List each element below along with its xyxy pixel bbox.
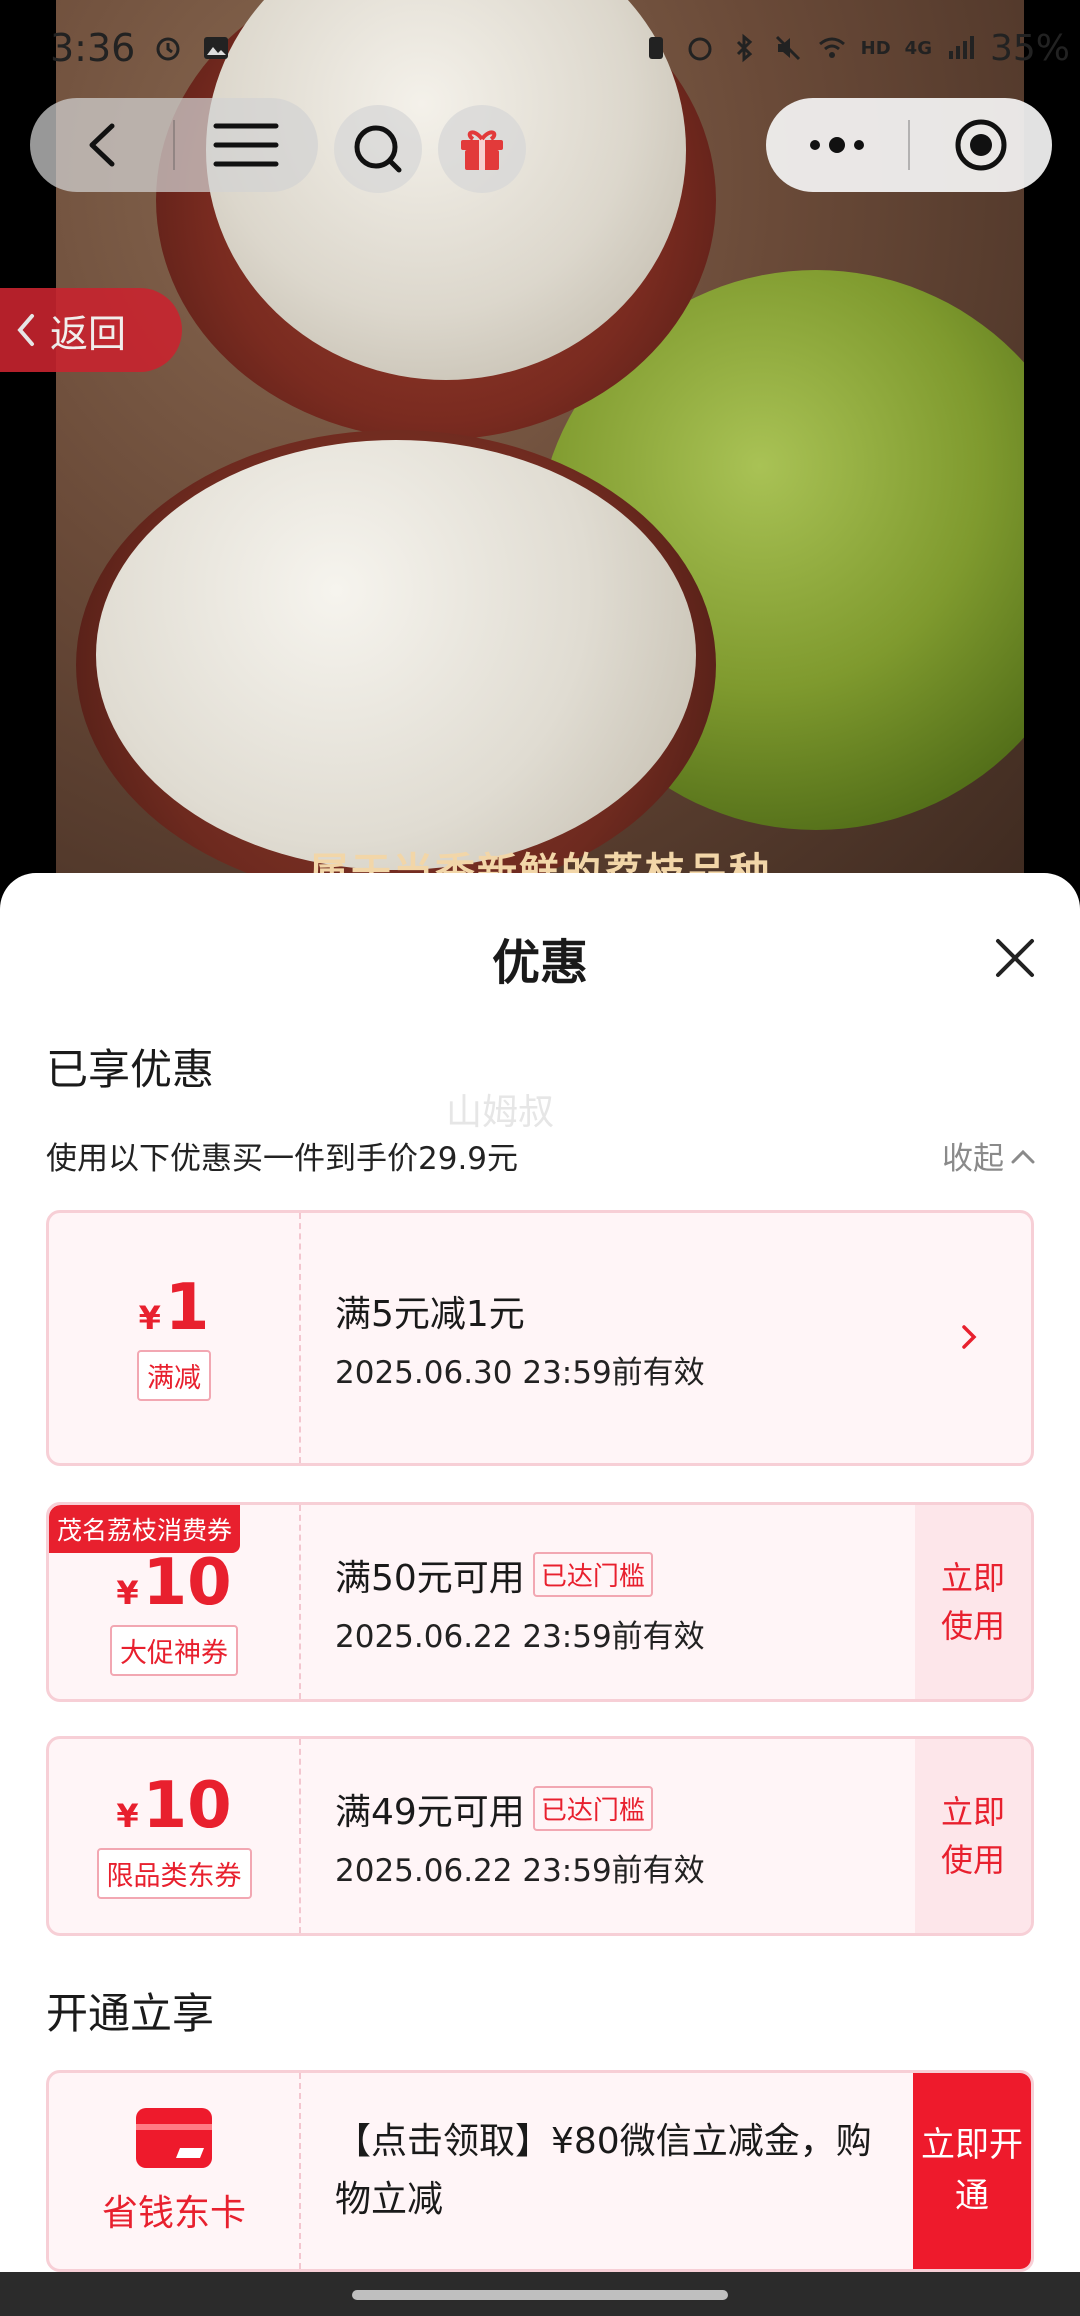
alarm-icon [156, 37, 180, 61]
currency-symbol: ¥ [138, 1298, 161, 1337]
more-button[interactable] [766, 98, 908, 192]
coupon-card[interactable]: ¥ 1 满减 满5元减1元 2025.06.30 23:59前有效 [46, 1210, 1034, 1466]
sheet-title: 优惠 [491, 935, 588, 991]
coupon-amount: 10 [142, 1545, 232, 1620]
target-icon [955, 119, 1007, 171]
hd-label: HD [860, 37, 891, 59]
use-button-line1: 立即 [940, 1793, 1005, 1831]
search-icon [354, 125, 402, 173]
gallery-icon [204, 37, 229, 59]
menu-button[interactable] [175, 98, 318, 192]
discount-sheet: 优惠 已享优惠 山姆叔 使用以下优惠买一件到手价29.9元 收起 ¥ 1 满减 … [0, 873, 1080, 2273]
coupon-condition: 满5元减1元 [335, 1293, 525, 1335]
home-indicator[interactable] [352, 2290, 728, 2300]
threshold-reached-badge: 已达门槛 [532, 1786, 653, 1831]
currency-symbol: ¥ [116, 1796, 139, 1835]
chevron-left-icon [89, 123, 114, 167]
gift-icon [461, 130, 503, 170]
membership-card: 省钱东卡 【点击领取】¥80微信立减金，购物立减 立即开 通 [46, 2070, 1034, 2272]
nav-capsule-left [30, 98, 318, 192]
nav-capsule-right [766, 98, 1052, 192]
coupon-type-tag: 满减 [137, 1349, 211, 1401]
use-now-button[interactable]: 立即 使用 [915, 1505, 1031, 1699]
card-description: 【点击领取】¥80微信立减金，购物立减 [335, 2121, 872, 2220]
coupon-amount-area: ¥ 1 满减 [49, 1213, 301, 1463]
currency-symbol: ¥ [116, 1573, 139, 1612]
use-button-line2: 使用 [940, 1841, 1005, 1879]
chevron-left-icon [17, 314, 34, 346]
close-icon[interactable] [990, 933, 1040, 983]
use-button-line1: 立即 [940, 1559, 1005, 1597]
chevron-right-icon[interactable] [957, 1319, 981, 1355]
use-now-button[interactable]: 立即 使用 [915, 1739, 1031, 1933]
enjoyed-section-title: 已享优惠 [46, 1045, 215, 1094]
status-time: 3:36 [50, 26, 136, 70]
return-tag-button[interactable]: 返回 [0, 288, 182, 372]
status-bar: 3:36 HD 4G 35% [0, 0, 1080, 96]
coupon-condition: 满49元可用 [335, 1791, 525, 1833]
gift-button[interactable] [438, 105, 526, 193]
battery-percent: 35% [989, 27, 1070, 69]
threshold-reached-badge: 已达门槛 [532, 1552, 653, 1597]
search-button[interactable] [334, 105, 422, 193]
return-tag-label: 返回 [50, 311, 127, 356]
coupon-amount: 10 [142, 1768, 232, 1843]
open-now-button[interactable]: 立即开 通 [913, 2073, 1031, 2269]
coupon-condition: 满50元可用 [335, 1557, 525, 1599]
more-dots-icon [810, 137, 864, 153]
open-section-title: 开通立享 [46, 1989, 215, 2038]
coupon-ribbon: 茂名荔枝消费券 [49, 1505, 241, 1553]
wifi-icon [818, 37, 845, 58]
close-miniprogram-button[interactable] [910, 98, 1052, 192]
network-4g-label: 4G [904, 37, 932, 59]
coupon-type-tag: 大促神券 [110, 1624, 238, 1676]
coupon-type-tag: 限品类东券 [96, 1847, 252, 1899]
open-button-line2: 通 [955, 2176, 989, 2216]
open-button-line1: 立即开 [921, 2125, 1023, 2165]
collapse-label: 收起 [942, 1141, 1004, 1177]
coupon-amount-area: ¥ 10 限品类东券 [49, 1739, 301, 1933]
coupon-card: ¥ 10 大促神券 茂名荔枝消费券 满50元可用 已达门槛 2025.06.22… [46, 1502, 1034, 1702]
coupon-amount: 1 [164, 1270, 210, 1345]
card-name: 省钱东卡 [101, 2193, 246, 2234]
menu-icon [213, 123, 279, 167]
signal-icon [948, 36, 974, 59]
collapse-button[interactable]: 收起 [942, 1133, 1036, 1178]
chevron-up-icon [1011, 1149, 1035, 1163]
watermark: 山姆叔 [446, 1092, 555, 1133]
coupon-card: ¥ 10 限品类东券 满49元可用 已达门槛 2025.06.22 23:59前… [46, 1736, 1034, 1936]
mute-icon [775, 35, 800, 61]
back-button[interactable] [30, 98, 173, 192]
coupon-validity: 2025.06.22 23:59前有效 [335, 1852, 705, 1889]
alarm-icon [688, 37, 712, 61]
card-icon [136, 2108, 212, 2168]
price-summary: 使用以下优惠买一件到手价29.9元 [46, 1141, 519, 1177]
coupon-validity: 2025.06.30 23:59前有效 [335, 1354, 705, 1391]
coupon-validity: 2025.06.22 23:59前有效 [335, 1618, 705, 1655]
use-button-line2: 使用 [940, 1607, 1005, 1645]
battery-saver-icon [648, 37, 663, 59]
bluetooth-icon [736, 33, 752, 63]
